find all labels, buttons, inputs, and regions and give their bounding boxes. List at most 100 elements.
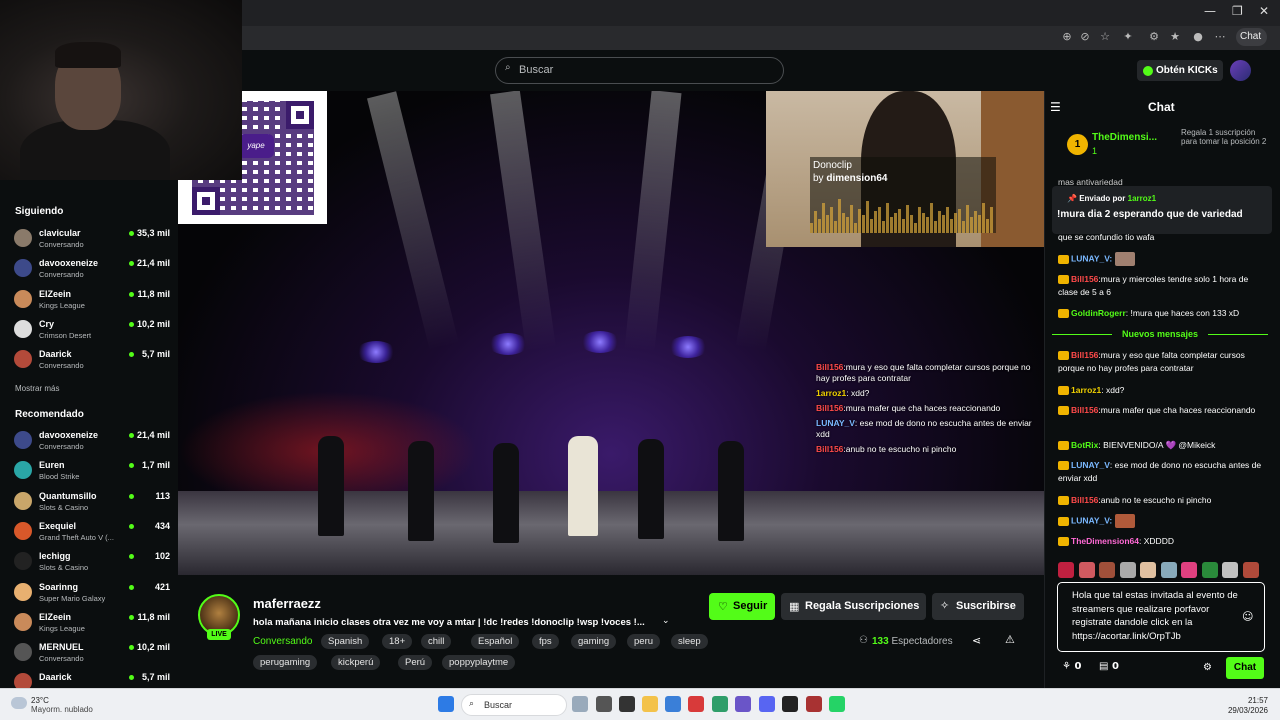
chat-username[interactable]: TheDimension64 <box>1071 536 1139 546</box>
extension-icon[interactable]: ✦ <box>1121 30 1135 44</box>
share-icon[interactable]: ⋖ <box>972 634 981 647</box>
tag-chip[interactable]: Perú <box>398 655 433 670</box>
bookmark-star-icon[interactable]: ☆ <box>1098 30 1112 44</box>
chat-username[interactable]: Bill156 <box>1071 350 1098 360</box>
chat-username[interactable]: Bill156 <box>1071 274 1098 284</box>
report-icon[interactable]: ⚠ <box>1005 633 1015 646</box>
gift-balance[interactable]: ▤ 0 <box>1099 661 1119 672</box>
sidebar-channel[interactable]: Daarick Conversando 5,7 mil <box>14 347 170 373</box>
channel-avatar <box>14 229 32 247</box>
webcam-person-hair <box>55 42 121 68</box>
clock-date[interactable]: 29/03/2026 <box>1222 706 1268 715</box>
tag-chip[interactable]: poppyplaytme <box>442 655 516 670</box>
chat-username[interactable]: BotRix <box>1071 440 1098 450</box>
tag-chip[interactable]: gaming <box>571 634 617 649</box>
discord-icon[interactable] <box>759 696 775 712</box>
emote-icon[interactable] <box>1119 562 1136 578</box>
app-icon[interactable] <box>735 696 751 712</box>
channel-category: Conversando <box>39 240 84 249</box>
emote-icon[interactable] <box>1099 562 1115 578</box>
sidebar-channel[interactable]: ElZeein Kings League 11,8 mil <box>14 610 170 636</box>
chat-username[interactable]: Bill156 <box>1071 495 1098 505</box>
chat-username[interactable]: LUNAY_V: <box>1071 515 1112 525</box>
chat-username[interactable]: 1arroz1 <box>1071 385 1101 395</box>
show-more-link[interactable]: Mostrar más <box>15 384 59 393</box>
app-icon[interactable] <box>619 696 635 712</box>
kicks-balance[interactable]: ⚘ 0 <box>1062 661 1081 672</box>
gift-leader-name[interactable]: TheDimensi... <box>1092 132 1157 143</box>
weather-desc[interactable]: Mayorm. nublado <box>31 705 93 714</box>
app-icon[interactable] <box>806 696 822 712</box>
minimize-icon[interactable]: — <box>1204 4 1216 18</box>
channel-category: Kings League <box>39 300 85 310</box>
zoom-icon[interactable]: ⊕ <box>1060 30 1074 44</box>
chat-settings-icon[interactable]: ⚙ <box>1203 662 1212 673</box>
channel-name: Daarick <box>39 672 72 683</box>
weather-temp[interactable]: 23°C <box>31 696 49 705</box>
chat-input[interactable]: Hola que tal estas invitada al evento de… <box>1057 582 1265 652</box>
menu-icon[interactable]: ⋯ <box>1213 30 1227 44</box>
send-chat-button[interactable]: Chat <box>1226 657 1264 679</box>
emote-icon[interactable] <box>1058 562 1074 578</box>
close-icon[interactable]: ✕ <box>1259 4 1269 18</box>
emote-icon[interactable] <box>1242 562 1259 578</box>
sidebar-channel[interactable]: lechigg Slots & Casino 102 <box>14 549 170 575</box>
sidebar-channel[interactable]: Soarinng Super Mario Galaxy 421 <box>14 580 170 606</box>
whatsapp-icon[interactable] <box>829 696 845 712</box>
emote-icon[interactable] <box>1222 562 1238 578</box>
extensions-icon[interactable]: ⚙ <box>1147 30 1161 44</box>
task-view-icon[interactable] <box>596 696 612 712</box>
maximize-icon[interactable]: ❐ <box>1232 4 1243 18</box>
tag-chip[interactable]: sleep <box>671 634 708 649</box>
search-input[interactable]: Buscar <box>495 57 784 84</box>
widgets-icon[interactable] <box>572 696 588 712</box>
sidebar-channel[interactable]: MERNUEL Conversando 10,2 mil <box>14 640 170 666</box>
browser-chat-button[interactable]: Chat <box>1236 28 1268 46</box>
emote-icon[interactable] <box>1160 562 1177 578</box>
sidebar-channel[interactable]: davooxeneize Conversando 21,4 mil <box>14 428 170 454</box>
emote-icon[interactable] <box>1201 562 1218 578</box>
channel-name[interactable]: maferraezz <box>253 596 321 611</box>
category-link[interactable]: Conversando <box>253 636 312 647</box>
tag-chip[interactable]: 18+ <box>382 634 413 649</box>
emote-icon[interactable] <box>1181 562 1197 578</box>
sidebar-channel[interactable]: clavicular Conversando 35,3 mil <box>14 226 170 252</box>
favorites-icon[interactable]: ★ <box>1168 30 1182 44</box>
sidebar-channel[interactable]: davooxeneize Conversando 21,4 mil <box>14 256 170 282</box>
sidebar-channel[interactable]: Exequiel Grand Theft Auto V (... 434 <box>14 519 170 545</box>
tag-chip[interactable]: perugaming <box>253 655 318 670</box>
tag-chip[interactable]: kickperú <box>331 655 381 670</box>
copilot-icon[interactable] <box>665 696 681 712</box>
chat-username[interactable]: LUNAY_V: <box>1071 253 1112 263</box>
collapse-chat-icon[interactable]: ☰ <box>1050 100 1061 114</box>
tag-chip[interactable]: Español <box>471 634 520 649</box>
app-icon[interactable] <box>782 696 798 712</box>
tag-chip[interactable]: peru <box>627 634 661 649</box>
user-avatar[interactable] <box>1230 60 1251 81</box>
app-icon[interactable] <box>688 696 704 712</box>
taskbar-search[interactable]: Buscar <box>461 694 567 716</box>
gift-subs-button[interactable]: Regala Suscripciones <box>781 593 926 620</box>
badge-icon <box>1058 461 1069 471</box>
sidebar-channel[interactable]: Cry Crimson Desert 10,2 mil <box>14 317 170 343</box>
sidebar-channel[interactable]: ElZeein Kings League 11,8 mil <box>14 287 170 313</box>
tag-chip[interactable]: chill <box>421 634 452 649</box>
tag-chip[interactable]: fps <box>532 634 559 649</box>
emote-icon[interactable] <box>1078 562 1095 578</box>
sidebar-channel[interactable]: Quantumsillo Slots & Casino 113 <box>14 489 170 515</box>
profile-icon[interactable]: ● <box>1191 30 1205 44</box>
emoji-icon[interactable]: ☺ <box>1242 610 1253 623</box>
chevron-down-icon[interactable]: ⌄ <box>662 616 670 626</box>
windows-start-icon[interactable] <box>438 696 454 712</box>
sidebar-channel[interactable]: Euren Blood Strike 1,7 mil <box>14 458 170 484</box>
tag-chip[interactable]: Spanish <box>321 634 370 649</box>
edge-browser-icon[interactable] <box>712 696 728 712</box>
chat-username[interactable]: LUNAY_V <box>1071 460 1110 470</box>
clock-time[interactable]: 21:57 <box>1222 696 1268 705</box>
block-icon[interactable]: ⊘ <box>1078 30 1092 44</box>
chat-username[interactable]: GoldinRogerr <box>1071 308 1126 318</box>
file-explorer-icon[interactable] <box>642 696 658 712</box>
emote-icon[interactable] <box>1140 562 1156 578</box>
chat-username[interactable]: Bill156 <box>1071 405 1098 415</box>
dancer <box>638 439 664 539</box>
